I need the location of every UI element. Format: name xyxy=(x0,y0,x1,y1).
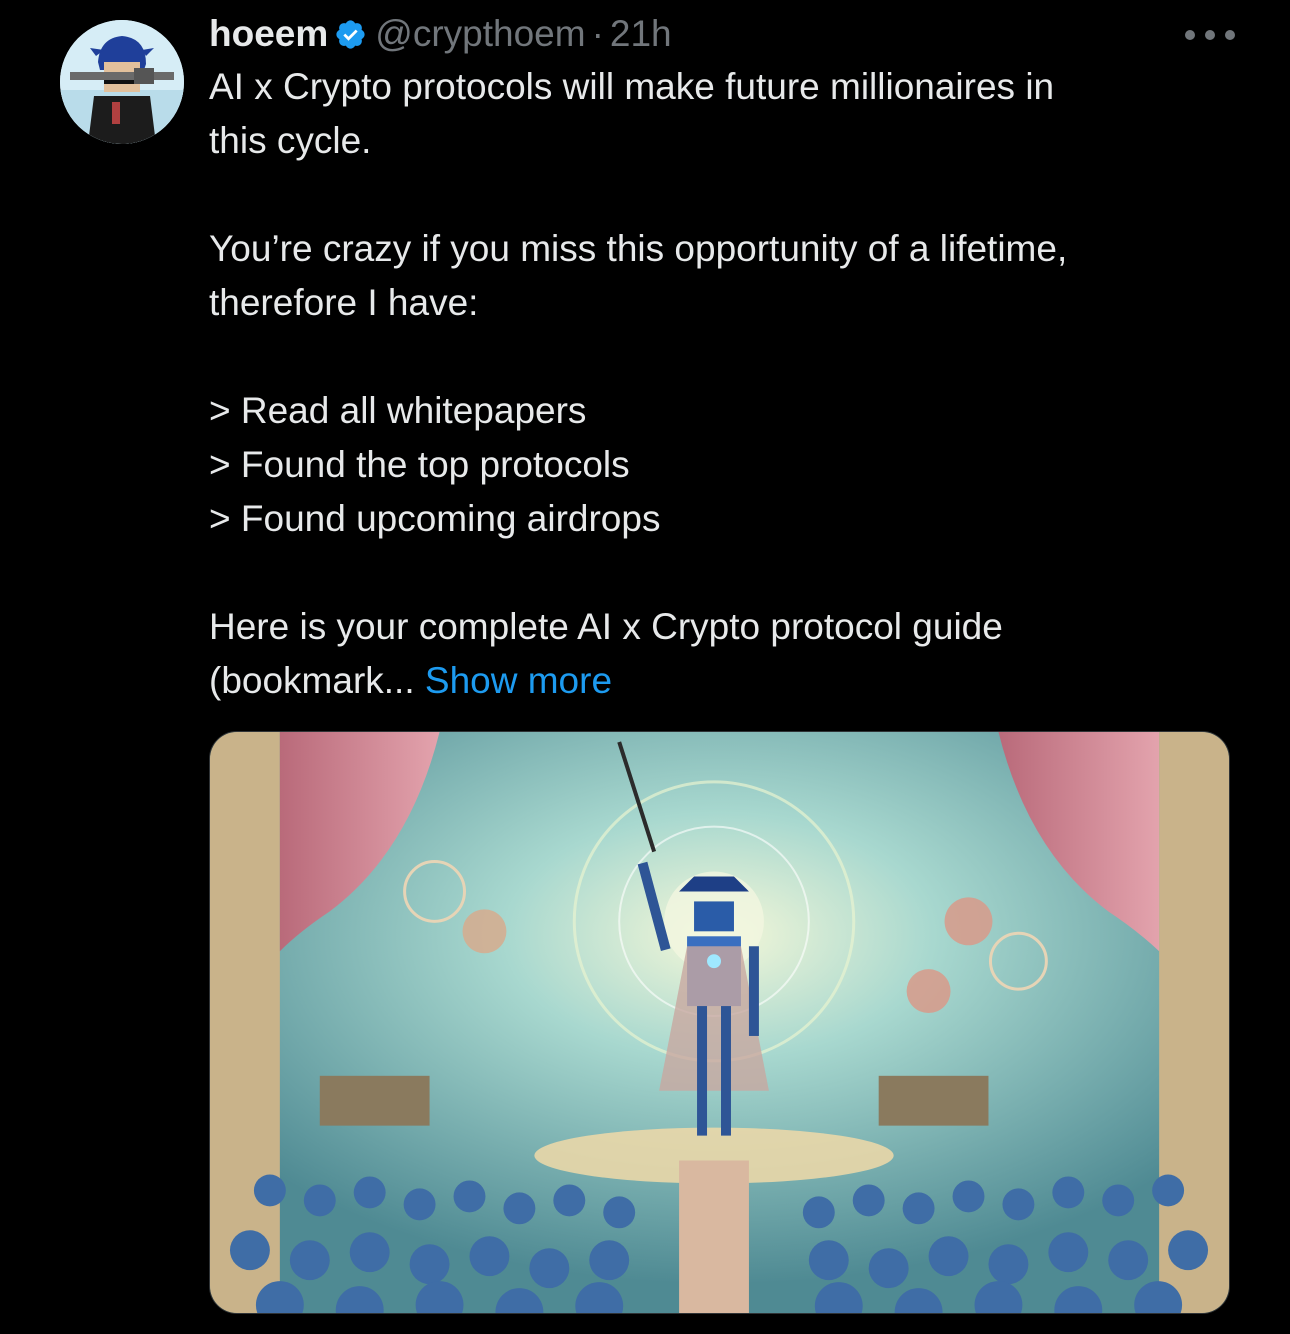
tweet-text: AI x Crypto protocols will make future m… xyxy=(209,60,1249,708)
tweet-line: Here is your complete AI x Crypto protoc… xyxy=(209,606,1003,647)
robot-stage-illustration xyxy=(210,732,1229,1313)
separator-dot: · xyxy=(591,13,604,54)
tweet-content: hoeem @crypthoem · 21h AI x Crypto proto… xyxy=(209,8,1249,708)
tweet-line: AI x Crypto protocols will make future m… xyxy=(209,66,1055,107)
display-name[interactable]: hoeem xyxy=(209,8,328,60)
tweet-card[interactable]: hoeem @crypthoem · 21h AI x Crypto proto… xyxy=(0,0,1290,1334)
tweet-line: You’re crazy if you miss this opportunit… xyxy=(209,228,1068,269)
more-dots-icon[interactable] xyxy=(1185,20,1235,50)
timestamp[interactable]: 21h xyxy=(610,8,672,60)
tweet-line: therefore I have: xyxy=(209,282,479,323)
dot xyxy=(1185,30,1195,40)
tweet-media-image[interactable] xyxy=(209,731,1230,1314)
truncated-text: (bookmark... xyxy=(209,660,415,701)
tweet-line: > Found upcoming airdrops xyxy=(209,498,661,539)
avatar[interactable] xyxy=(60,20,184,144)
dot xyxy=(1205,30,1215,40)
tweet-last-line: (bookmark... Show more xyxy=(209,654,1249,708)
show-more-link[interactable]: Show more xyxy=(425,660,612,701)
verified-badge-icon[interactable] xyxy=(334,18,367,51)
avatar-image xyxy=(60,20,184,144)
tweet-line: this cycle. xyxy=(209,120,372,161)
tweet-header: hoeem @crypthoem · 21h xyxy=(209,8,1249,60)
dot xyxy=(1225,30,1235,40)
handle[interactable]: @crypthoem xyxy=(375,8,585,60)
tweet-line: > Found the top protocols xyxy=(209,444,630,485)
tweet-line: > Read all whitepapers xyxy=(209,390,587,431)
